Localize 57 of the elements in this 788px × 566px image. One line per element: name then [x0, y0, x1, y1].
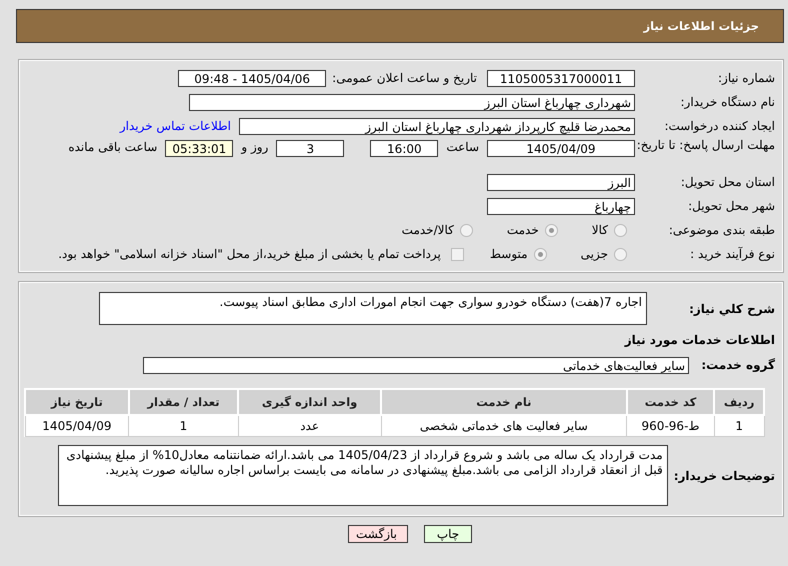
table-cell: سایر فعالیت های خدماتی شخصی — [381, 415, 627, 436]
field-label: شماره نیاز: — [717, 71, 775, 85]
contact-link[interactable]: اطلاعات تماس خریدار — [120, 119, 231, 133]
option-label: کالا/خدمت — [402, 223, 454, 237]
column-header: تاریخ نیاز — [25, 389, 129, 415]
section-title: اطلاعات خدمات مورد نیاز — [623, 333, 775, 347]
radio-button[interactable] — [614, 224, 627, 236]
checkbox-label: پرداخت تمام یا بخشی از مبلغ خرید،از محل "اسناد خزانه اسلامی" خواهد بود. — [58, 247, 441, 261]
field-label: شرح کلي نياز: — [688, 302, 775, 316]
radio-button[interactable] — [614, 248, 627, 260]
column-header: کد خدمت — [626, 389, 714, 415]
table-cell: عدد — [238, 415, 382, 436]
field-label: مهلت ارسال پاسخ: تا تاریخ: — [636, 138, 775, 153]
field-label: استان محل تحویل: — [680, 175, 775, 189]
text-field[interactable]: چهارباغ — [487, 198, 635, 214]
print-button[interactable]: چاپ — [424, 525, 472, 543]
table-cell: ط-96-960 — [626, 415, 714, 436]
field-label: تاریخ و ساعت اعلان عمومی: — [332, 71, 477, 85]
field-label: نام دستگاه خریدار: — [680, 95, 775, 109]
radio-button[interactable] — [544, 224, 558, 236]
option-label: متوسط — [490, 247, 528, 261]
table-cell: 1 — [128, 415, 238, 436]
checkbox[interactable] — [450, 248, 464, 260]
text-field[interactable]: سایر فعالیت‌های خدماتی — [143, 357, 689, 374]
back-button[interactable]: بازگشت — [348, 525, 408, 543]
text-field[interactable]: 1105005317000011 — [487, 70, 635, 86]
field-label: گروه خدمت: — [700, 358, 775, 372]
option-label: کالا — [592, 223, 608, 237]
field-label: ایجاد کننده درخواست: — [663, 119, 775, 133]
radio-button[interactable] — [460, 224, 473, 236]
radio-button[interactable] — [534, 248, 547, 260]
field-label: نوع فرآیند خرید : — [689, 247, 775, 261]
text-field[interactable]: 1405/04/06 - 09:48 — [178, 70, 326, 86]
timer-field[interactable]: 05:33:01 — [165, 140, 234, 157]
field-label: ساعت باقی مانده — [68, 140, 158, 154]
field-label: توضیحات خریدار: — [674, 469, 775, 483]
text-field[interactable]: شهرداری چهارباغ استان البرز — [189, 94, 635, 110]
field-label: ساعت — [446, 140, 479, 154]
field-label: شهر محل تحویل: — [687, 199, 775, 213]
column-header: نام خدمت — [381, 389, 627, 415]
text-field[interactable]: محمدرضا قلیچ کارپرداز شهرداری چهارباغ استان البرز — [239, 118, 635, 134]
text-field[interactable]: 16:00 — [370, 140, 438, 157]
page-title: جزئیات اطلاعات نیاز — [643, 19, 759, 33]
table-cell: 1 — [714, 415, 764, 436]
field-label: روز و — [241, 140, 268, 154]
text-field[interactable]: 3 — [276, 140, 344, 157]
option-label: خدمت — [506, 223, 539, 237]
column-header: ردیف — [714, 389, 764, 415]
table-cell: 1405/04/09 — [25, 415, 129, 436]
description-field[interactable]: اجاره 7(هفت) دستگاه خودرو سواری جهت انجام امورات اداری مطابق اسناد پیوست. — [99, 292, 647, 325]
text-field[interactable]: 1405/04/09 — [487, 140, 635, 157]
column-header: تعداد / مقدار — [128, 389, 238, 415]
column-header: واحد اندازه گیری — [238, 389, 382, 415]
field-label: طبقه بندی موضوعی: — [668, 223, 775, 237]
text-field[interactable]: البرز — [487, 174, 635, 190]
notes-field[interactable]: مدت قرارداد یک ساله می باشد و شروع قرارداد از 1405/04/23 می باشد.ارائه ضمانتنامه معادل10% از مبلغ پیشنهادی قبل از انعقاد قرارداد الزامی می باشد.مبلغ پیشنهادی در سامانه می بایست براساس اجاره سالیانه صورت پذیرید. — [58, 445, 668, 506]
option-label: جزیی — [580, 247, 608, 261]
